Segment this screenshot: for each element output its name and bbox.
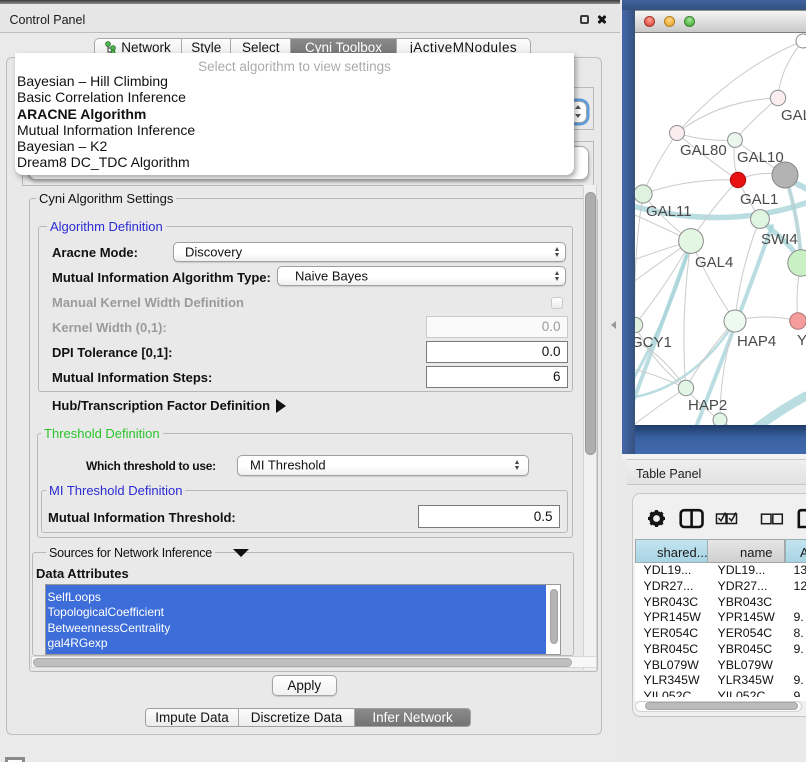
svg-text:GAL8: GAL8	[781, 107, 806, 124]
svg-text:GAL4: GAL4	[695, 254, 733, 271]
svg-text:GAL80: GAL80	[680, 142, 727, 159]
svg-text:SWI4: SWI4	[761, 231, 798, 248]
svg-text:GAL1: GAL1	[740, 191, 778, 208]
svg-text:HAP2: HAP2	[688, 397, 727, 414]
svg-text:HAP4: HAP4	[737, 333, 776, 350]
svg-text:GAL11: GAL11	[646, 203, 692, 220]
svg-text:GAL10: GAL10	[737, 149, 784, 166]
svg-text:YM: YM	[797, 332, 806, 349]
svg-text:GCY1: GCY1	[635, 334, 672, 351]
